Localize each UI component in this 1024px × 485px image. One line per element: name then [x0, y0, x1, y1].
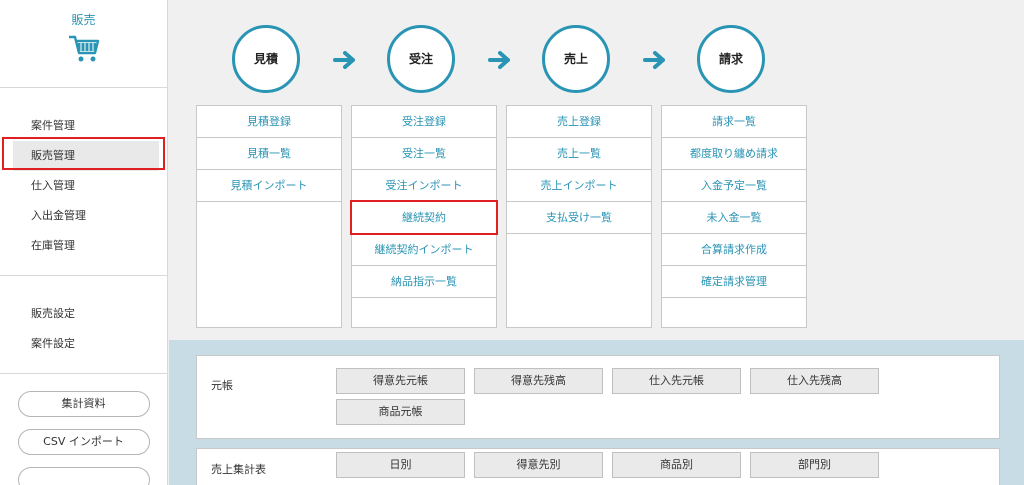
supplier-ledger-button[interactable]: 仕入先元帳 [612, 368, 741, 394]
by-customer-button[interactable]: 得意先別 [474, 452, 603, 478]
sidebar-item-projects[interactable]: 案件管理 [0, 111, 167, 141]
sidebar-item-label: 販売管理 [31, 149, 75, 162]
order-list-link[interactable]: 受注一覧 [352, 138, 496, 170]
sidebar-item-sales-settings[interactable]: 販売設定 [0, 299, 167, 329]
estimate-menu: 見積登録 見積一覧 見積インポート [196, 105, 342, 328]
sales-list-link[interactable]: 売上一覧 [507, 138, 651, 170]
sales-summary-panel: 売上集計表 日別 得意先別 商品別 部門別 [196, 448, 1000, 485]
summary-report-button[interactable]: 集計資料 [17, 391, 150, 417]
step-billing-circle: 請求 [697, 25, 765, 93]
recurring-contract-link[interactable]: 継続契約 [350, 200, 498, 235]
customer-balance-button[interactable]: 得意先残高 [474, 368, 603, 394]
sidebar-item-label: 仕入管理 [31, 179, 75, 192]
estimate-list-link[interactable]: 見積一覧 [197, 138, 341, 170]
sidebar-item-label: 案件管理 [31, 119, 75, 132]
sales-flow: 見積 受注 売上 請求 見積登録 見積一覧 見積インポート 受注登録 受注一覧 … [169, 0, 1024, 340]
sales-import-link[interactable]: 売上インポート [507, 170, 651, 202]
sidebar-item-payments[interactable]: 入出金管理 [0, 201, 167, 231]
order-menu: 受注登録 受注一覧 受注インポート 継続契約 継続契約インポート 納品指示一覧 [350, 105, 498, 328]
recurring-contract-import-link[interactable]: 継続契約インポート [352, 234, 496, 266]
sidebar-main-menu: 案件管理 販売管理 仕入管理 入出金管理 在庫管理 [0, 88, 167, 276]
estimate-register-link[interactable]: 見積登録 [197, 106, 341, 138]
estimate-import-link[interactable]: 見積インポート [197, 170, 341, 202]
sidebar-extra-button[interactable] [17, 467, 150, 485]
sidebar-item-label: 在庫管理 [31, 239, 75, 252]
ledger-panel: 元帳 得意先元帳 得意先残高 仕入先元帳 仕入先残高 商品元帳 [196, 355, 1000, 439]
consolidated-billing-link[interactable]: 都度取り纏め請求 [662, 138, 806, 170]
by-department-button[interactable]: 部門別 [750, 452, 879, 478]
supplier-balance-button[interactable]: 仕入先残高 [750, 368, 879, 394]
delivery-instruction-list-link[interactable]: 納品指示一覧 [352, 266, 496, 298]
by-product-button[interactable]: 商品別 [612, 452, 741, 478]
sidebar-item-purchasing[interactable]: 仕入管理 [0, 171, 167, 201]
confirmed-invoice-link[interactable]: 確定請求管理 [662, 266, 806, 298]
sidebar-settings-menu: 販売設定 案件設定 [0, 276, 167, 374]
sales-menu: 売上登録 売上一覧 売上インポート 支払受け一覧 [506, 105, 652, 328]
arrow-right-icon [333, 51, 355, 69]
step-order-circle: 受注 [387, 25, 455, 93]
sidebar-header: 販売 [0, 0, 167, 88]
reports-section: 元帳 得意先元帳 得意先残高 仕入先元帳 仕入先残高 商品元帳 売上集計表 日別… [169, 340, 1024, 485]
expected-payment-list-link[interactable]: 入金予定一覧 [662, 170, 806, 202]
step-sales-circle: 売上 [542, 25, 610, 93]
customer-ledger-button[interactable]: 得意先元帳 [336, 368, 465, 394]
sidebar-item-label: 案件設定 [31, 337, 75, 350]
combined-invoice-link[interactable]: 合算請求作成 [662, 234, 806, 266]
sidebar-item-inventory[interactable]: 在庫管理 [0, 231, 167, 261]
ledger-label: 元帳 [211, 379, 233, 392]
order-register-link[interactable]: 受注登録 [352, 106, 496, 138]
by-day-button[interactable]: 日別 [336, 452, 465, 478]
billing-menu: 請求一覧 都度取り纏め請求 入金予定一覧 未入金一覧 合算請求作成 確定請求管理 [661, 105, 807, 328]
sidebar-item-sales[interactable]: 販売管理 [0, 141, 167, 171]
cart-icon [68, 35, 99, 62]
sales-register-link[interactable]: 売上登録 [507, 106, 651, 138]
sidebar-item-label: 入出金管理 [31, 209, 86, 222]
order-import-link[interactable]: 受注インポート [352, 170, 496, 202]
product-ledger-button[interactable]: 商品元帳 [336, 399, 465, 425]
invoice-list-link[interactable]: 請求一覧 [662, 106, 806, 138]
sales-summary-label: 売上集計表 [211, 463, 266, 476]
sidebar-title: 販売 [71, 13, 96, 27]
sidebar-item-label: 販売設定 [31, 307, 75, 320]
sidebar: 販売 案件管理 販売管理 仕入管理 入出金管理 在庫管理 販売設定 案件設定 集… [0, 0, 168, 485]
arrow-right-icon [643, 51, 665, 69]
csv-import-button[interactable]: CSV インポート [17, 429, 150, 455]
payment-receipt-list-link[interactable]: 支払受け一覧 [507, 202, 651, 234]
arrow-right-icon [488, 51, 510, 69]
unpaid-list-link[interactable]: 未入金一覧 [662, 202, 806, 234]
step-estimate-circle: 見積 [232, 25, 300, 93]
sidebar-item-project-settings[interactable]: 案件設定 [0, 329, 167, 359]
